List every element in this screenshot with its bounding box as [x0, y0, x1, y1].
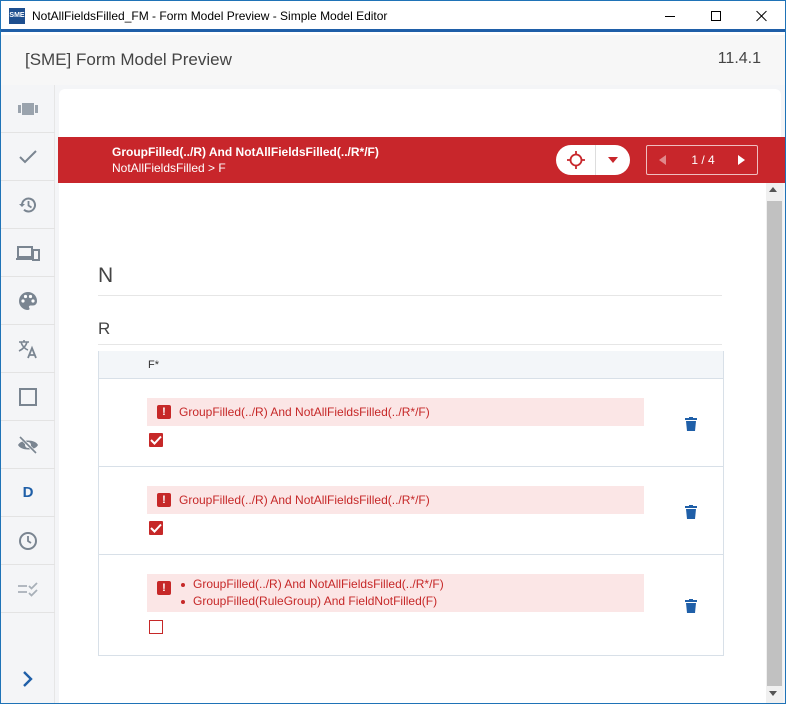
- error-icon: !: [157, 405, 171, 419]
- table-row: ! GroupFilled(../R) And NotAllFieldsFill…: [99, 379, 723, 467]
- version-label: 11.4.1: [717, 50, 761, 67]
- scroll-down-arrow-icon[interactable]: [769, 691, 777, 696]
- pager-count: 1 / 4: [691, 153, 715, 167]
- vertical-scrollbar[interactable]: [766, 183, 783, 703]
- validation-error-box: ! GroupFilled(../R) And NotAllFieldsFill…: [147, 398, 644, 426]
- sidebar-item-validate[interactable]: [1, 133, 55, 181]
- validation-banner: GroupFilled(../R) And NotAllFieldsFilled…: [58, 137, 785, 183]
- next-error-button[interactable]: [735, 153, 749, 167]
- banner-subtitle: NotAllFieldsFilled > F: [112, 161, 226, 175]
- error-icon: !: [157, 581, 171, 595]
- caret-down-icon: [608, 157, 618, 163]
- sidebar-item-history[interactable]: [1, 181, 55, 229]
- checklist-icon: [18, 581, 38, 597]
- app-logo-icon: SME: [9, 8, 25, 24]
- sidebar-item-visibility[interactable]: [1, 421, 55, 469]
- sidebar-item-d-label: D: [22, 484, 34, 501]
- section-heading-n: N: [98, 264, 114, 287]
- translate-icon: [18, 339, 37, 358]
- sidebar-item-theme[interactable]: [1, 277, 55, 325]
- locate-button[interactable]: [556, 145, 596, 175]
- sidebar-item-model[interactable]: [1, 85, 55, 133]
- column-header-f: F*: [148, 359, 159, 371]
- maximize-icon: [711, 11, 721, 21]
- caret-left-icon: [659, 155, 666, 165]
- locate-button-group: [556, 145, 630, 175]
- delete-row-icon[interactable]: [685, 417, 697, 431]
- model-icon: [18, 102, 38, 115]
- error-icon: !: [157, 493, 171, 507]
- chevron-right-icon: [23, 671, 33, 687]
- repeating-group-table: F* ! GroupFilled(../R) And NotAllFieldsF…: [98, 351, 724, 656]
- close-button[interactable]: [739, 1, 785, 31]
- delete-row-icon[interactable]: [685, 599, 697, 613]
- sidebar-expand-button[interactable]: [1, 655, 55, 703]
- minimize-icon: [665, 15, 675, 17]
- square-icon: [19, 387, 37, 406]
- validation-error-box: ! GroupFilled(../R) And NotAllFieldsFill…: [147, 574, 644, 612]
- field-f-checkbox[interactable]: [149, 521, 163, 535]
- eye-off-icon: [18, 435, 38, 454]
- validation-error-text: GroupFilled(../R) And NotAllFieldsFilled…: [179, 493, 430, 507]
- validation-error-text: GroupFilled(RuleGroup) And FieldNotFille…: [179, 593, 444, 610]
- page-title: [SME] Form Model Preview: [25, 50, 232, 69]
- error-pager: 1 / 4: [646, 145, 758, 175]
- validation-error-text: GroupFilled(../R) And NotAllFieldsFilled…: [179, 576, 444, 593]
- field-f-checkbox[interactable]: [149, 620, 163, 634]
- locate-dropdown-button[interactable]: [596, 145, 630, 175]
- app-header: [SME] Form Model Preview 11.4.1: [1, 35, 785, 85]
- check-icon: [150, 523, 162, 533]
- sidebar-item-time[interactable]: [1, 517, 55, 565]
- validation-error-box: ! GroupFilled(../R) And NotAllFieldsFill…: [147, 486, 644, 514]
- window-titlebar[interactable]: SME NotAllFieldsFilled_FM - Form Model P…: [1, 1, 785, 32]
- crosshair-icon: [566, 151, 585, 169]
- table-row: ! GroupFilled(../R) And NotAllFieldsFill…: [99, 467, 723, 555]
- sidebar-item-checklist[interactable]: [1, 565, 55, 613]
- previous-error-button[interactable]: [655, 153, 669, 167]
- scroll-up-arrow-icon[interactable]: [769, 187, 777, 192]
- validation-error-list: GroupFilled(../R) And NotAllFieldsFilled…: [179, 576, 444, 610]
- field-f-checkbox[interactable]: [149, 433, 163, 447]
- scroll-thumb[interactable]: [767, 201, 782, 686]
- sidebar-item-frame[interactable]: [1, 373, 55, 421]
- divider: [98, 344, 722, 345]
- checkmark-icon: [19, 149, 37, 163]
- caret-right-icon: [738, 155, 745, 165]
- window-title: NotAllFieldsFilled_FM - Form Model Previ…: [32, 9, 388, 23]
- divider: [98, 295, 722, 296]
- section-heading-r: R: [98, 319, 111, 338]
- banner-title: GroupFilled(../R) And NotAllFieldsFilled…: [112, 145, 379, 159]
- table-row: ! GroupFilled(../R) And NotAllFieldsFill…: [99, 555, 723, 655]
- app-window: SME NotAllFieldsFilled_FM - Form Model P…: [0, 0, 786, 704]
- maximize-button[interactable]: [693, 1, 739, 31]
- close-icon: [756, 10, 768, 22]
- minimize-button[interactable]: [647, 1, 693, 31]
- delete-row-icon[interactable]: [685, 505, 697, 519]
- check-icon: [150, 435, 162, 445]
- palette-icon: [19, 291, 38, 310]
- table-header: F*: [99, 351, 723, 379]
- sidebar-item-devices[interactable]: [1, 229, 55, 277]
- devices-icon: [16, 245, 40, 261]
- sidebar: D: [1, 85, 55, 703]
- sidebar-item-translate[interactable]: [1, 325, 55, 373]
- validation-error-text: GroupFilled(../R) And NotAllFieldsFilled…: [179, 405, 430, 419]
- sidebar-item-d[interactable]: D: [1, 469, 55, 517]
- history-icon: [19, 197, 36, 212]
- clock-icon: [19, 531, 37, 550]
